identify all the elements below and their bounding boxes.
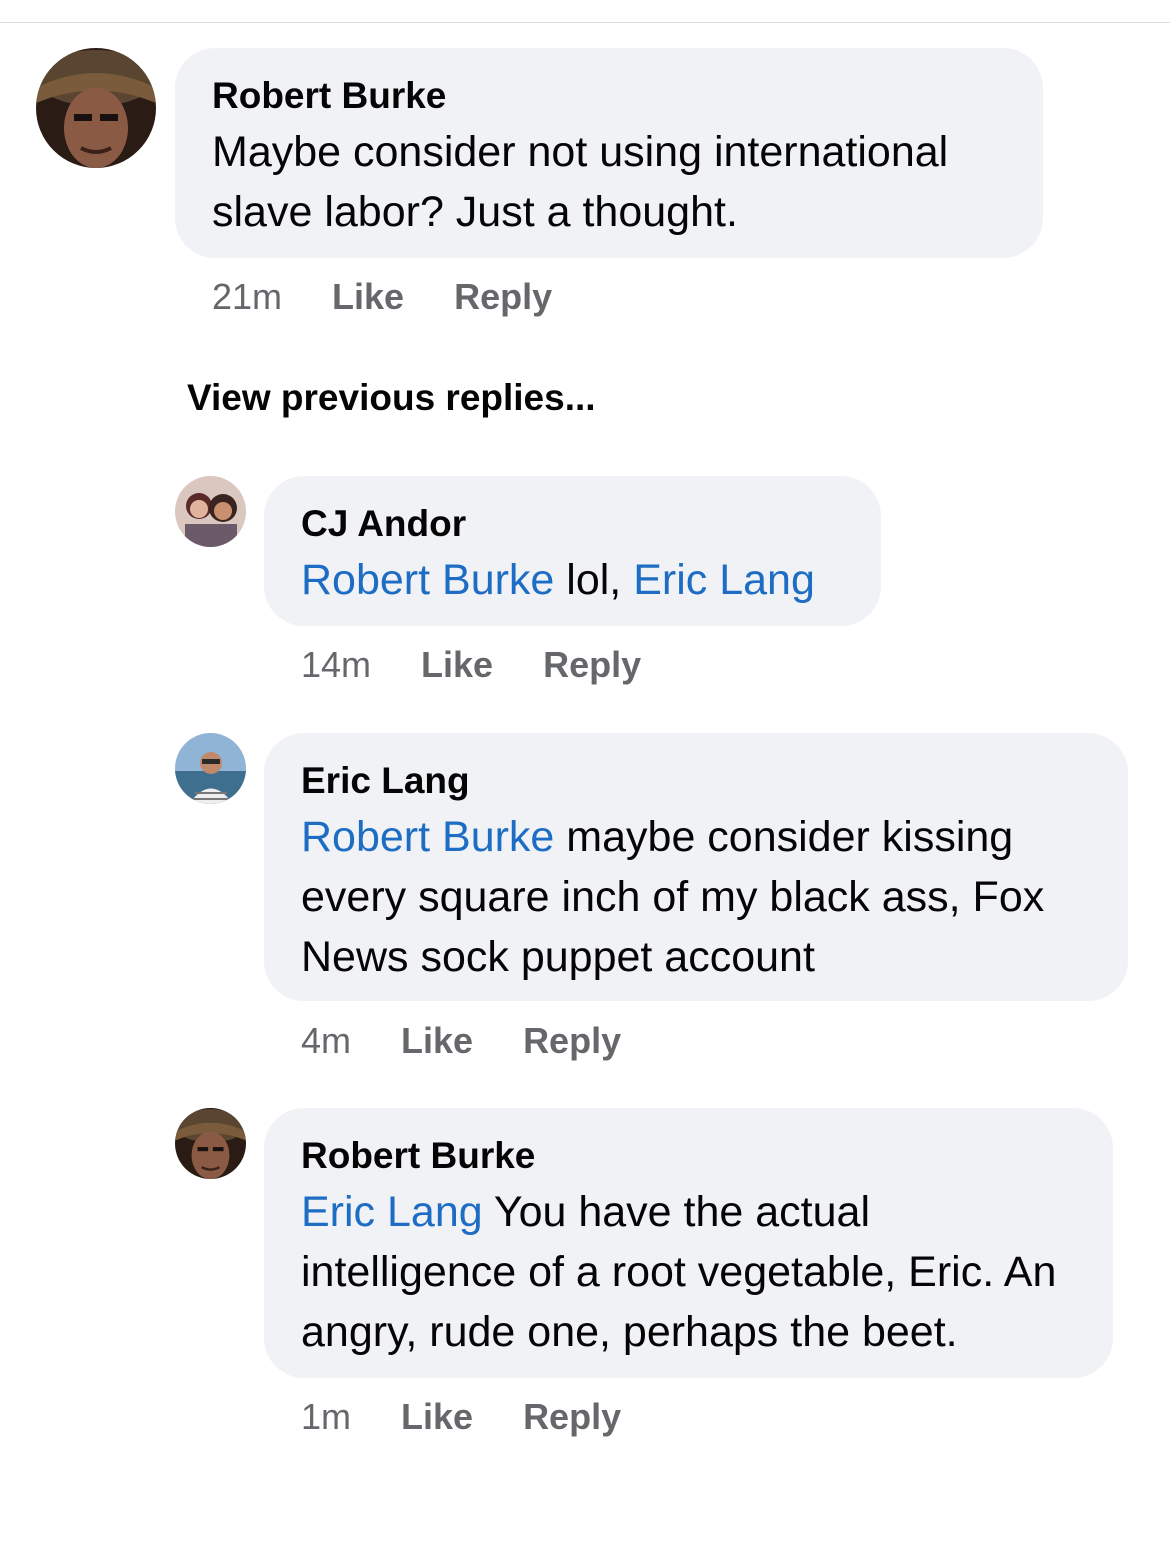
comment-bubble: Robert Burke Maybe consider not using in… — [175, 48, 1043, 258]
comment-actions: 21m Like Reply — [212, 277, 602, 317]
comment-text: Robert Burke maybe consider kissing ever… — [301, 807, 1092, 987]
comment-text: Robert Burke lol, Eric Lang — [301, 550, 845, 610]
comment-timestamp[interactable]: 4m — [301, 1021, 351, 1061]
comment-bubble: Eric Lang Robert Burke maybe consider ki… — [264, 733, 1128, 1001]
mention-link[interactable]: Robert Burke — [301, 813, 554, 861]
comment-text: Eric Lang You have the actual intelligen… — [301, 1182, 1077, 1362]
comment-author[interactable]: Robert Burke — [301, 1134, 1077, 1178]
avatar-image — [175, 476, 246, 547]
reply-button[interactable]: Reply — [543, 645, 641, 685]
avatar-robert-burke[interactable] — [36, 48, 156, 168]
avatar-robert-burke[interactable] — [175, 1108, 246, 1179]
like-button[interactable]: Like — [421, 645, 493, 685]
like-button[interactable]: Like — [401, 1397, 473, 1437]
avatar-image — [175, 733, 246, 804]
like-button[interactable]: Like — [401, 1021, 473, 1061]
comment-author[interactable]: CJ Andor — [301, 502, 845, 546]
reply-button[interactable]: Reply — [523, 1397, 621, 1437]
comment-timestamp[interactable]: 21m — [212, 277, 282, 317]
avatar-cj-andor[interactable] — [175, 476, 246, 547]
comment-actions: 14m Like Reply — [301, 645, 691, 685]
comment-bubble: Robert Burke Eric Lang You have the actu… — [264, 1108, 1113, 1378]
comment-author[interactable]: Eric Lang — [301, 759, 1092, 803]
avatar-image — [36, 48, 156, 168]
like-button[interactable]: Like — [332, 277, 404, 317]
comment-timestamp[interactable]: 14m — [301, 645, 371, 685]
comment-actions: 1m Like Reply — [301, 1397, 671, 1437]
mention-link[interactable]: Robert Burke — [301, 556, 554, 604]
comment-timestamp[interactable]: 1m — [301, 1397, 351, 1437]
top-divider — [0, 22, 1170, 23]
reply-button[interactable]: Reply — [454, 277, 552, 317]
comment-bubble: CJ Andor Robert Burke lol, Eric Lang — [264, 476, 881, 626]
reply-button[interactable]: Reply — [523, 1021, 621, 1061]
avatar-image — [175, 1108, 246, 1179]
comment-actions: 4m Like Reply — [301, 1021, 671, 1061]
comment-author[interactable]: Robert Burke — [212, 74, 1007, 118]
avatar-eric-lang[interactable] — [175, 733, 246, 804]
comment-text: Maybe consider not using international s… — [212, 128, 949, 236]
comment-text-fragment: lol, — [554, 556, 634, 604]
mention-link[interactable]: Eric Lang — [633, 556, 815, 604]
mention-link[interactable]: Eric Lang — [301, 1188, 483, 1236]
view-previous-replies-link[interactable]: View previous replies... — [187, 376, 596, 420]
